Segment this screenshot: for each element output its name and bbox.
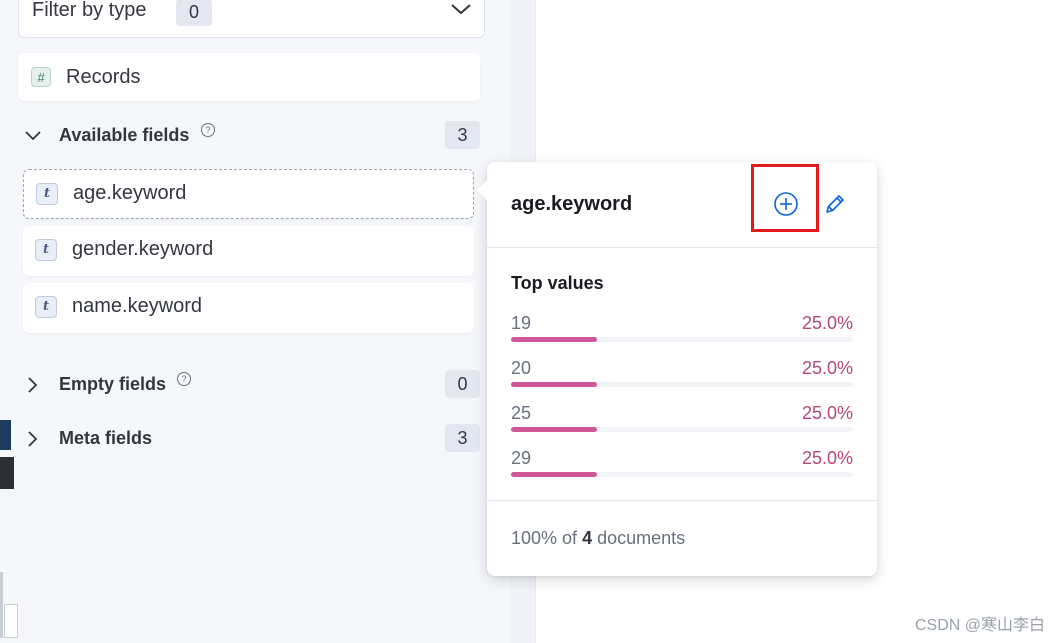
footer-document-count: 4 (582, 528, 593, 548)
top-value-row[interactable]: 20 25.0% (511, 358, 853, 388)
top-value-bar-fill (511, 427, 597, 432)
field-label: gender.keyword (72, 238, 214, 260)
help-icon[interactable]: ? (201, 123, 215, 137)
top-value-bar-fill (511, 382, 597, 387)
field-label: age.keyword (73, 182, 187, 204)
field-sidebar: Filter by type 0 # Records Available fie… (0, 0, 510, 643)
filter-count-badge: 0 (176, 0, 212, 26)
top-values-heading: Top values (511, 273, 604, 293)
top-value-row[interactable]: 29 25.0% (511, 448, 853, 478)
string-type-icon: t (36, 183, 58, 205)
footer-suffix: documents (597, 528, 686, 548)
background-window-fragment (4, 604, 18, 638)
records-label: Records (66, 66, 141, 88)
top-value-bar-fill (511, 472, 597, 477)
top-value-percent: 25.0% (801, 403, 853, 423)
field-item-name-keyword[interactable]: t name.keyword (23, 283, 474, 333)
available-fields-toggle[interactable]: Available fields ? 3 (24, 121, 480, 150)
top-value-label: 25 (511, 403, 532, 423)
help-icon[interactable]: ? (177, 372, 191, 386)
string-type-icon: t (35, 239, 57, 261)
available-fields-count: 3 (445, 121, 480, 149)
top-value-label: 19 (511, 313, 532, 333)
chevron-right-icon (28, 431, 38, 447)
background-window-fragment (0, 572, 3, 638)
available-fields-label: Available fields (59, 125, 190, 145)
chevron-down-icon[interactable] (450, 1, 472, 17)
empty-fields-toggle[interactable]: Empty fields ? 0 (24, 370, 480, 399)
filter-label: Filter by type (32, 0, 147, 21)
top-value-bar-track (511, 472, 853, 477)
footer-prefix: 100% of (511, 528, 578, 548)
top-value-percent: 25.0% (801, 358, 853, 378)
divider (487, 500, 877, 501)
empty-fields-count: 0 (445, 370, 480, 398)
field-label: name.keyword (72, 295, 203, 317)
background-window-fragment (0, 420, 11, 450)
chevron-down-icon (25, 131, 41, 141)
top-value-bar-track (511, 382, 853, 387)
top-value-percent: 25.0% (801, 313, 853, 333)
plus-in-circle-icon[interactable] (773, 191, 799, 217)
chevron-right-icon (28, 377, 38, 393)
meta-fields-label: Meta fields (59, 428, 153, 448)
background-window-fragment (0, 457, 14, 489)
top-value-percent: 25.0% (801, 448, 853, 468)
number-type-icon: # (31, 67, 51, 87)
popover-arrow (477, 180, 487, 200)
top-value-bar-fill (511, 337, 597, 342)
top-value-bar-track (511, 337, 853, 342)
divider (487, 247, 877, 248)
top-value-label: 29 (511, 448, 532, 468)
watermark: CSDN @寒山李白 (914, 617, 1045, 634)
top-value-bar-track (511, 427, 853, 432)
top-value-row[interactable]: 19 25.0% (511, 313, 853, 343)
pencil-icon[interactable] (823, 192, 847, 216)
meta-fields-count: 3 (445, 424, 480, 452)
records-field-item[interactable]: # Records (18, 53, 480, 101)
field-details-popover: age.keyword Top values 19 25.0% 20 25.0%… (477, 162, 877, 576)
popover-footer: 100% of 4 documents (511, 528, 685, 549)
filter-by-type-dropdown[interactable]: Filter by type 0 (18, 0, 485, 38)
top-value-row[interactable]: 25 25.0% (511, 403, 853, 433)
top-value-label: 20 (511, 358, 532, 378)
empty-fields-label: Empty fields (59, 374, 167, 394)
popover-title: age.keyword (511, 193, 633, 215)
field-item-gender-keyword[interactable]: t gender.keyword (23, 226, 474, 276)
meta-fields-toggle[interactable]: Meta fields 3 (24, 424, 480, 453)
string-type-icon: t (35, 296, 57, 318)
field-item-age-keyword[interactable]: t age.keyword (23, 169, 474, 219)
